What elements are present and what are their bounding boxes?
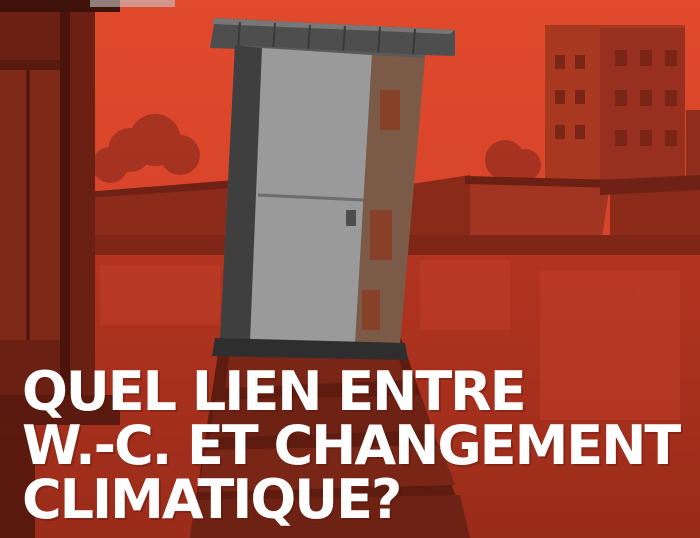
pipe <box>90 0 175 7</box>
headline-line-2: W.-C. ET CHANGEMENT <box>22 414 681 477</box>
poster: QUEL LIEN ENTRE W.-C. ET CHANGEMENT CLIM… <box>0 0 700 538</box>
headline-line-3: CLIMATIQUE? <box>22 468 402 531</box>
headline: QUEL LIEN ENTRE W.-C. ET CHANGEMENT CLIM… <box>22 360 681 531</box>
headline-line-1: QUEL LIEN ENTRE <box>22 360 527 423</box>
apartment-building <box>545 25 700 195</box>
